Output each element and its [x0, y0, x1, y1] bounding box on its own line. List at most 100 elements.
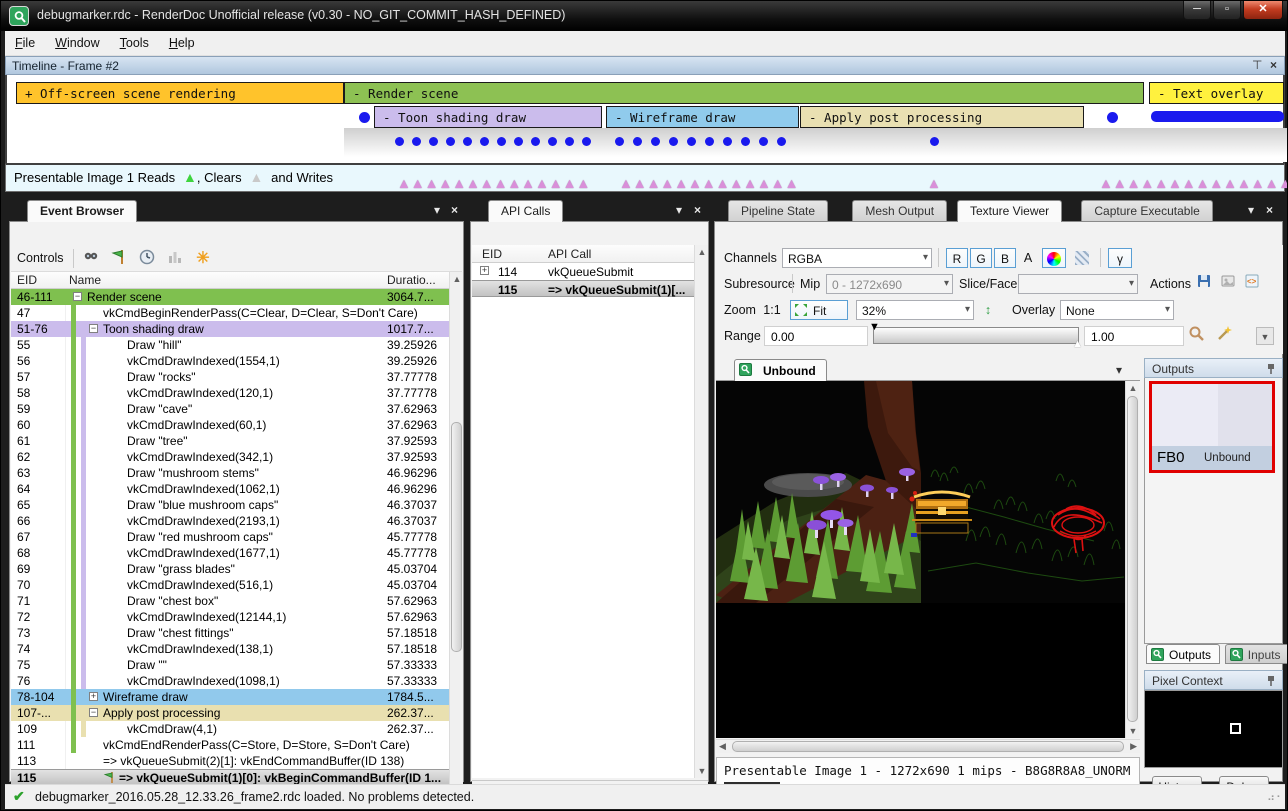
draw-event-dot[interactable]	[651, 137, 660, 146]
write-triangle-icon[interactable]: ▲	[1278, 175, 1288, 191]
write-triangle-icon[interactable]: ▲	[1209, 175, 1223, 191]
draw-event-dot[interactable]	[565, 137, 574, 146]
tab-mesh-output[interactable]: Mesh Output	[852, 200, 947, 221]
zoom-fit-button[interactable]: Fit	[790, 300, 848, 320]
write-triangle-icon[interactable]: ▲	[1113, 175, 1127, 191]
bookmark-flag-icon[interactable]	[109, 248, 129, 268]
tab-pipeline-state[interactable]: Pipeline State	[728, 200, 828, 221]
event-table-header[interactable]: EID Name Duratio...	[11, 272, 450, 289]
draw-event-dot[interactable]	[582, 137, 591, 146]
green-channel-button[interactable]: G	[970, 248, 992, 268]
event-row[interactable]: 66vkCmdDrawIndexed(2193,1)46.37037	[11, 513, 450, 529]
expand-icon[interactable]: +	[480, 266, 489, 275]
write-triangle-icon[interactable]: ▲	[452, 175, 466, 191]
event-row[interactable]: 111vkCmdEndRenderPass(C=Store, D=Store, …	[11, 737, 450, 753]
event-row[interactable]: 55Draw "hill"39.25926	[11, 337, 450, 353]
scroll-down-icon[interactable]: ▼	[695, 764, 709, 778]
range-white-handle[interactable]: ▲	[1072, 338, 1083, 350]
time-icon[interactable]	[137, 248, 157, 268]
timeline-section-bar[interactable]: - Toon shading draw	[374, 106, 602, 128]
write-triangle-icon[interactable]: ▲	[619, 175, 633, 191]
channels-select[interactable]: RGBA▾	[782, 248, 932, 268]
maximize-button[interactable]: ▫	[1213, 1, 1241, 20]
menu-file[interactable]: File	[5, 31, 45, 54]
event-row[interactable]: 60vkCmdDrawIndexed(60,1)37.62963	[11, 417, 450, 433]
close-button[interactable]: ✕	[1243, 1, 1283, 20]
event-row[interactable]: 61Draw "tree"37.92593	[11, 433, 450, 449]
draw-event-dot[interactable]	[615, 137, 624, 146]
write-triangle-icon[interactable]: ▲	[494, 175, 508, 191]
tab-outputs[interactable]: Outputs	[1146, 644, 1220, 664]
write-triangle-icon[interactable]: ▲	[1251, 175, 1265, 191]
draw-event-dot[interactable]	[395, 137, 404, 146]
api-call-row[interactable]: +114vkQueueSubmit	[472, 263, 694, 280]
menu-window[interactable]: Window	[45, 31, 109, 54]
write-triangle-icon[interactable]: ▲	[507, 175, 521, 191]
write-triangle-icon[interactable]: ▲	[576, 175, 590, 191]
red-channel-button[interactable]: R	[946, 248, 968, 268]
write-triangle-icon[interactable]: ▲	[1140, 175, 1154, 191]
draw-event-dot[interactable]	[705, 137, 714, 146]
scrollbar-thumb[interactable]	[732, 741, 1124, 752]
write-triangle-icon[interactable]: ▲	[1182, 175, 1196, 191]
write-triangle-icon[interactable]: ▲	[466, 175, 480, 191]
draw-event-dot[interactable]	[777, 137, 786, 146]
event-row[interactable]: 63Draw "mushroom stems"46.96296	[11, 465, 450, 481]
write-triangle-icon[interactable]: ▲	[688, 175, 702, 191]
tab-texture-viewer[interactable]: Texture Viewer	[957, 200, 1062, 222]
write-triangle-icon[interactable]: ▲	[1237, 175, 1251, 191]
timeline-section-bar[interactable]: + Off-screen scene rendering	[16, 82, 344, 104]
draw-event-dot[interactable]	[669, 137, 678, 146]
collapse-icon[interactable]: −	[89, 324, 98, 333]
draw-event-dot[interactable]	[687, 137, 696, 146]
column-name[interactable]: Name	[69, 273, 101, 287]
draw-event-dot[interactable]	[1107, 112, 1118, 123]
scroll-up-icon[interactable]: ▲	[450, 272, 464, 286]
column-eid[interactable]: EID	[482, 247, 502, 261]
close-icon[interactable]: ×	[694, 203, 701, 217]
asterisk-icon[interactable]: ✳	[193, 248, 213, 268]
write-triangle-icon[interactable]: ▲	[633, 175, 647, 191]
write-triangle-icon[interactable]: ▲	[563, 175, 577, 191]
write-triangle-icon[interactable]: ▲	[480, 175, 494, 191]
write-triangle-icon[interactable]: ▲	[438, 175, 452, 191]
api-table-header[interactable]: EID API Call	[472, 245, 694, 263]
draw-event-dot[interactable]	[514, 137, 523, 146]
chevron-down-icon[interactable]: ▾	[1248, 203, 1254, 217]
draw-event-dot[interactable]	[633, 137, 642, 146]
pin-icon[interactable]	[1266, 675, 1276, 687]
column-eid[interactable]: EID	[17, 273, 37, 287]
pin-icon[interactable]: ⊤	[1252, 58, 1262, 72]
draw-event-dot[interactable]	[759, 137, 768, 146]
blue-channel-button[interactable]: B	[994, 248, 1016, 268]
write-triangle-icon[interactable]: ▲	[785, 175, 799, 191]
event-row[interactable]: 57Draw "rocks"37.77778	[11, 369, 450, 385]
texture-vertical-scrollbar[interactable]: ▲ ▼	[1125, 381, 1139, 738]
colorwheel-button[interactable]	[1042, 248, 1066, 268]
event-browser-scrollbar[interactable]: ▲ ▼	[449, 272, 463, 803]
slice-face-select[interactable]: ▾	[1018, 274, 1138, 294]
collapsed-events-pill[interactable]	[1151, 111, 1284, 122]
event-row[interactable]: 62vkCmdDrawIndexed(342,1)37.92593	[11, 449, 450, 465]
checkerboard-button[interactable]	[1070, 248, 1094, 268]
texture-display[interactable]	[716, 381, 1126, 738]
event-row[interactable]: 73Draw "chest fittings"57.18518	[11, 625, 450, 641]
write-triangle-icon[interactable]: ▲	[674, 175, 688, 191]
write-triangle-icon[interactable]: ▲	[927, 175, 941, 191]
event-row[interactable]: 115=> vkQueueSubmit(1)[0]: vkBeginComman…	[11, 769, 450, 785]
tab-event-browser[interactable]: Event Browser	[27, 200, 137, 222]
write-triangle-icon[interactable]: ▲	[1265, 175, 1279, 191]
write-triangle-icon[interactable]: ▲	[743, 175, 757, 191]
write-triangle-icon[interactable]: ▲	[425, 175, 439, 191]
range-slider[interactable]: ▼ ▲	[873, 327, 1079, 344]
autofit-wand-icon[interactable]	[1214, 325, 1234, 345]
api-call-row[interactable]: 115=> vkQueueSubmit(1)[...	[472, 280, 694, 297]
timeline-section-bar[interactable]: - Text overlay	[1149, 82, 1284, 104]
write-triangle-icon[interactable]: ▲	[729, 175, 743, 191]
close-icon[interactable]: ×	[451, 203, 458, 217]
draw-event-dot[interactable]	[359, 112, 370, 123]
range-max-input[interactable]: 1.00	[1084, 326, 1184, 346]
save-icon[interactable]	[1194, 273, 1214, 293]
scroll-left-icon[interactable]: ◀	[719, 741, 726, 752]
event-row[interactable]: 69Draw "grass blades"45.03704	[11, 561, 450, 577]
